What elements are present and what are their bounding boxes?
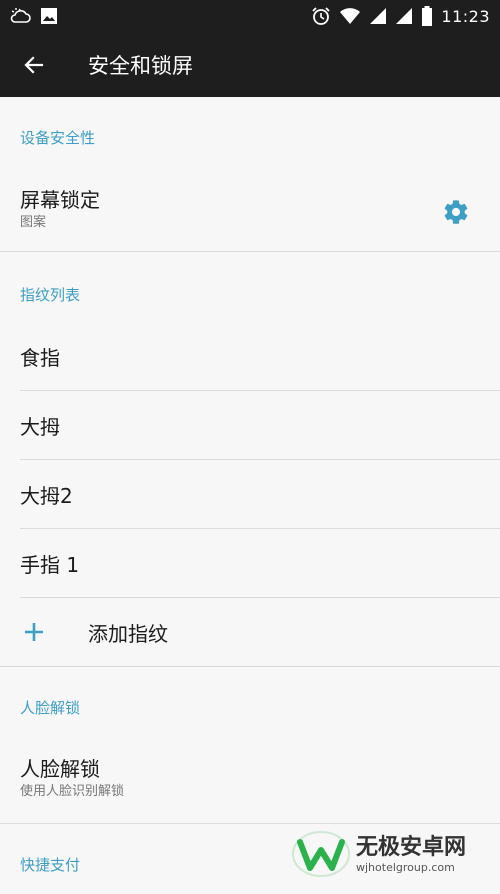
face-unlock-item[interactable]: 人脸解锁 使用人脸识别解锁 [0, 737, 500, 823]
status-bar: 11:23 [0, 0, 500, 32]
status-time: 11:23 [441, 6, 490, 26]
battery-icon [422, 6, 433, 26]
fingerprint-item[interactable]: 食指 [0, 322, 500, 390]
add-fingerprint-button[interactable]: 添加指纹 [0, 598, 500, 666]
section-header-device-security: 设备安全性 [20, 129, 96, 147]
watermark-url: wjhotelgroup.com [356, 860, 455, 874]
weather-cloud-icon [10, 8, 31, 23]
back-button[interactable] [0, 32, 68, 97]
face-unlock-summary: 使用人脸识别解锁 [20, 784, 125, 799]
add-fingerprint-label: 添加指纹 [88, 621, 168, 646]
image-icon [41, 8, 57, 24]
screen-lock-item[interactable]: 屏幕锁定 图案 [0, 174, 500, 251]
watermark-logo-icon [292, 831, 350, 877]
signal-icon [396, 8, 413, 24]
section-header-fingerprints: 指纹列表 [20, 286, 81, 304]
section-header-face-unlock: 人脸解锁 [20, 699, 81, 717]
alarm-icon [312, 7, 331, 25]
fingerprint-item[interactable]: 大拇2 [0, 460, 500, 528]
app-bar: 安全和锁屏 [0, 32, 500, 97]
page-title: 安全和锁屏 [88, 53, 193, 78]
wifi-icon [340, 8, 361, 24]
screen-lock-summary: 图案 [20, 215, 47, 230]
signal-icon [370, 8, 387, 24]
arrow-back-icon [24, 55, 44, 74]
plus-icon [25, 623, 43, 641]
gear-icon[interactable] [442, 198, 470, 226]
face-unlock-title: 人脸解锁 [20, 757, 100, 781]
watermark: 无极安卓网 wjhotelgroup.com [292, 825, 492, 883]
settings-list: 设备安全性 屏幕锁定 图案 指纹列表 食指 大拇 大拇2 手指 1 添加指纹 人… [0, 97, 500, 894]
screen-lock-title: 屏幕锁定 [20, 188, 100, 212]
watermark-title: 无极安卓网 [356, 834, 467, 860]
fingerprint-item[interactable]: 手指 1 [0, 529, 500, 597]
fingerprint-item[interactable]: 大拇 [0, 391, 500, 459]
